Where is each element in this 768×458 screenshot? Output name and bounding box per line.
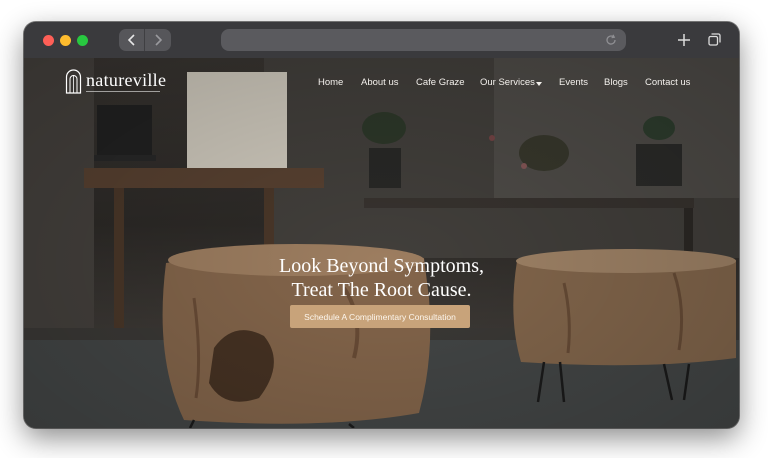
hero-heading-line-2: Treat The Root Cause.: [291, 279, 472, 301]
nav-contact-us[interactable]: Contact us: [645, 77, 690, 88]
chevron-left-icon: [127, 34, 135, 46]
plus-icon[interactable]: [677, 33, 691, 47]
nav-events[interactable]: Events: [559, 77, 588, 88]
image-overlay: [24, 58, 739, 428]
chevron-right-icon: [155, 34, 163, 46]
history-buttons: [119, 29, 171, 51]
maximize-button[interactable]: [77, 35, 88, 46]
nav-about-us[interactable]: About us: [361, 77, 399, 88]
website-viewport: natureville Home About us Cafe Graze Our…: [24, 58, 739, 428]
reload-icon[interactable]: [605, 34, 617, 46]
chevron-down-icon[interactable]: [536, 82, 542, 86]
schedule-consultation-button[interactable]: Schedule A Complimentary Consultation: [290, 305, 470, 328]
address-bar[interactable]: [221, 29, 626, 51]
nav-cafe-graze[interactable]: Cafe Graze: [416, 77, 465, 88]
tabs-icon[interactable]: [708, 33, 721, 46]
close-button[interactable]: [43, 35, 54, 46]
browser-window: natureville Home About us Cafe Graze Our…: [24, 22, 739, 428]
main-navigation: Home About us Cafe Graze Our Services Ev…: [24, 77, 739, 91]
nav-our-services[interactable]: Our Services: [480, 77, 535, 88]
nav-blogs[interactable]: Blogs: [604, 77, 628, 88]
hero-heading: Look Beyond Symptoms, Treat The Root Cau…: [24, 254, 739, 302]
hero-heading-line-1: Look Beyond Symptoms,: [278, 255, 484, 277]
forward-button[interactable]: [145, 29, 171, 51]
back-button[interactable]: [119, 29, 145, 51]
browser-toolbar: [24, 22, 739, 58]
nav-home[interactable]: Home: [318, 77, 343, 88]
minimize-button[interactable]: [60, 35, 71, 46]
